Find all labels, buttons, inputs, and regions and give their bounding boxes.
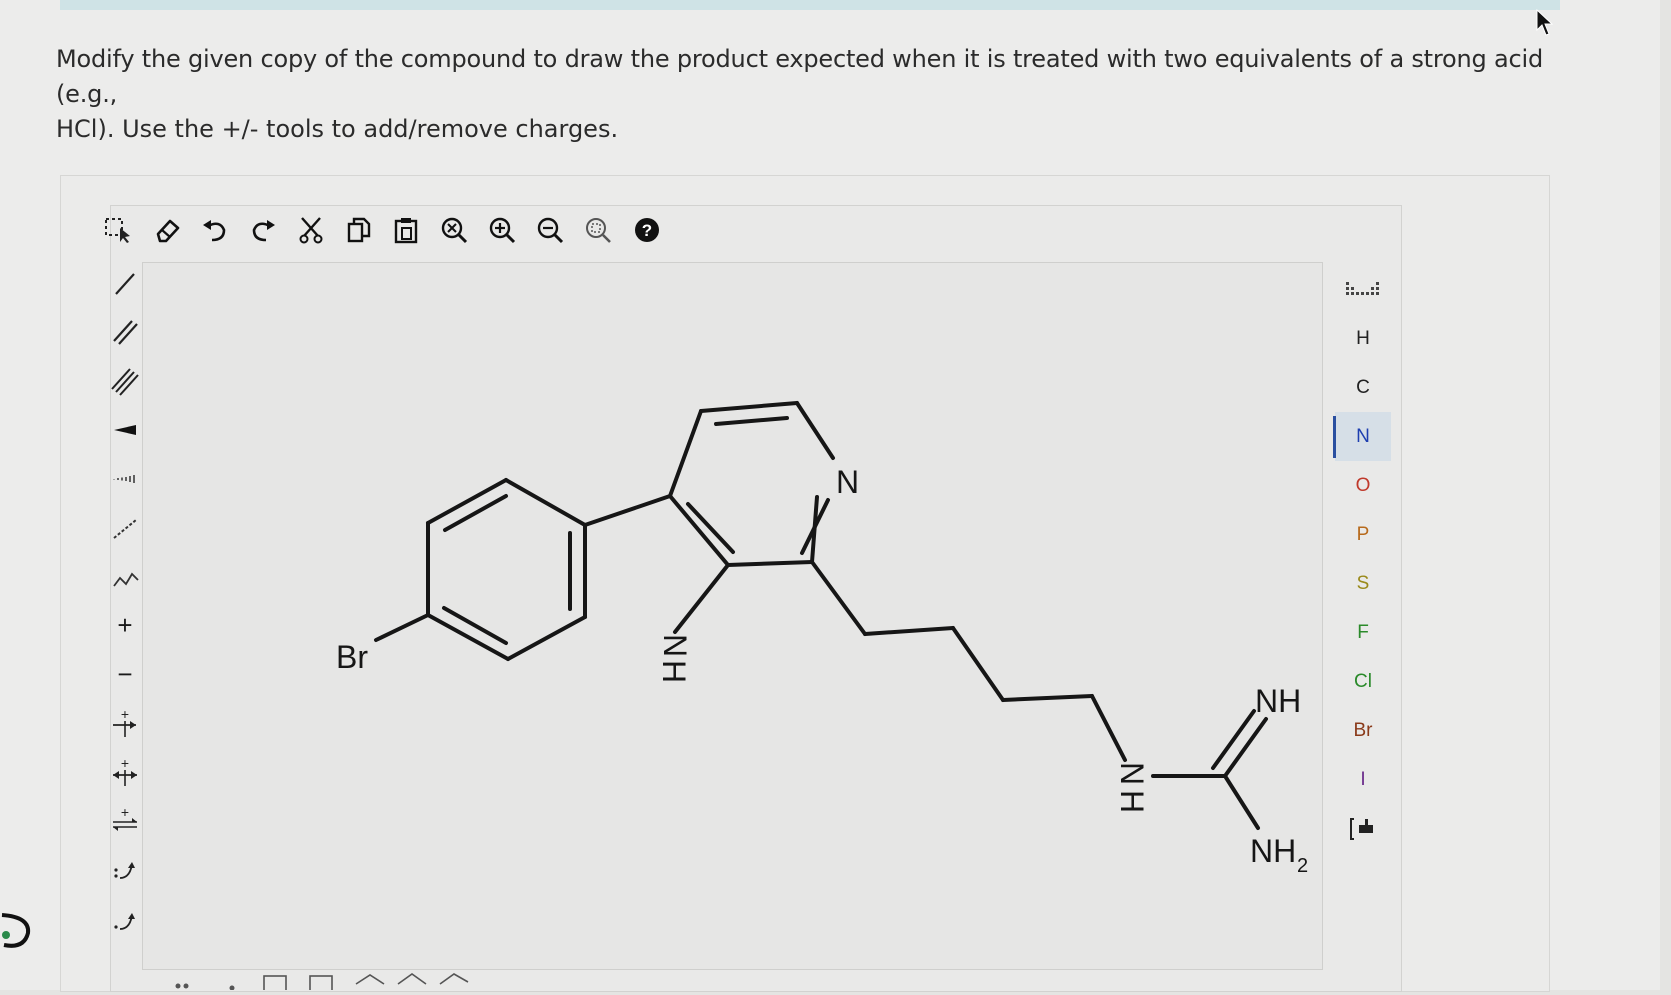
drawing-canvas[interactable] — [142, 262, 1323, 970]
question-line-2: HCl). Use the +/- tools to add/remove ch… — [56, 115, 619, 143]
charge-minus-label: − — [117, 659, 133, 689]
ring-templates-toolbar — [160, 960, 500, 995]
element-h-button[interactable]: H — [1335, 314, 1391, 363]
zoom-in-icon[interactable] — [479, 210, 527, 250]
undo-icon[interactable] — [191, 210, 239, 250]
element-o-button[interactable]: O — [1335, 461, 1391, 510]
help-icon[interactable]: ? — [623, 210, 671, 250]
select-icon[interactable] — [95, 210, 143, 250]
lasso-icon[interactable] — [0, 905, 40, 960]
element-i-button[interactable]: I — [1335, 755, 1391, 804]
eraser-icon[interactable] — [143, 210, 191, 250]
element-c-button[interactable]: C — [1335, 363, 1391, 412]
element-n-button[interactable]: N — [1333, 412, 1391, 461]
question-line-1: Modify the given copy of the compound to… — [56, 45, 1543, 108]
ring-template-icons[interactable] — [175, 973, 469, 995]
redo-icon[interactable] — [239, 210, 287, 250]
cut-icon[interactable] — [287, 210, 335, 250]
svg-text:?: ? — [642, 221, 652, 240]
copy-icon[interactable] — [335, 210, 383, 250]
zoom-fit-icon[interactable] — [575, 210, 623, 250]
element-br-button[interactable]: Br — [1335, 706, 1391, 755]
paste-icon[interactable] — [383, 210, 431, 250]
svg-text:+: + — [121, 756, 129, 771]
page: Modify the given copy of the compound to… — [0, 0, 1660, 995]
svg-text:+: + — [121, 707, 129, 722]
element-s-button[interactable]: S — [1335, 559, 1391, 608]
template-bracket-icon[interactable] — [1335, 804, 1391, 853]
zoom-reset-icon[interactable] — [431, 210, 479, 250]
element-p-button[interactable]: P — [1335, 510, 1391, 559]
top-toolbar: ? — [95, 210, 695, 250]
periodic-table-icon[interactable] — [1335, 265, 1391, 314]
top-bar — [60, 0, 1560, 10]
zoom-out-icon[interactable] — [527, 210, 575, 250]
svg-text:+: + — [121, 805, 129, 820]
element-toolbar: H C N O P S F Cl Br I — [1333, 265, 1391, 853]
element-cl-button[interactable]: Cl — [1335, 657, 1391, 706]
charge-plus-label: + — [117, 610, 133, 640]
question-text: Modify the given copy of the compound to… — [56, 42, 1576, 147]
mouse-cursor-icon — [1535, 8, 1557, 43]
element-f-button[interactable]: F — [1335, 608, 1391, 657]
